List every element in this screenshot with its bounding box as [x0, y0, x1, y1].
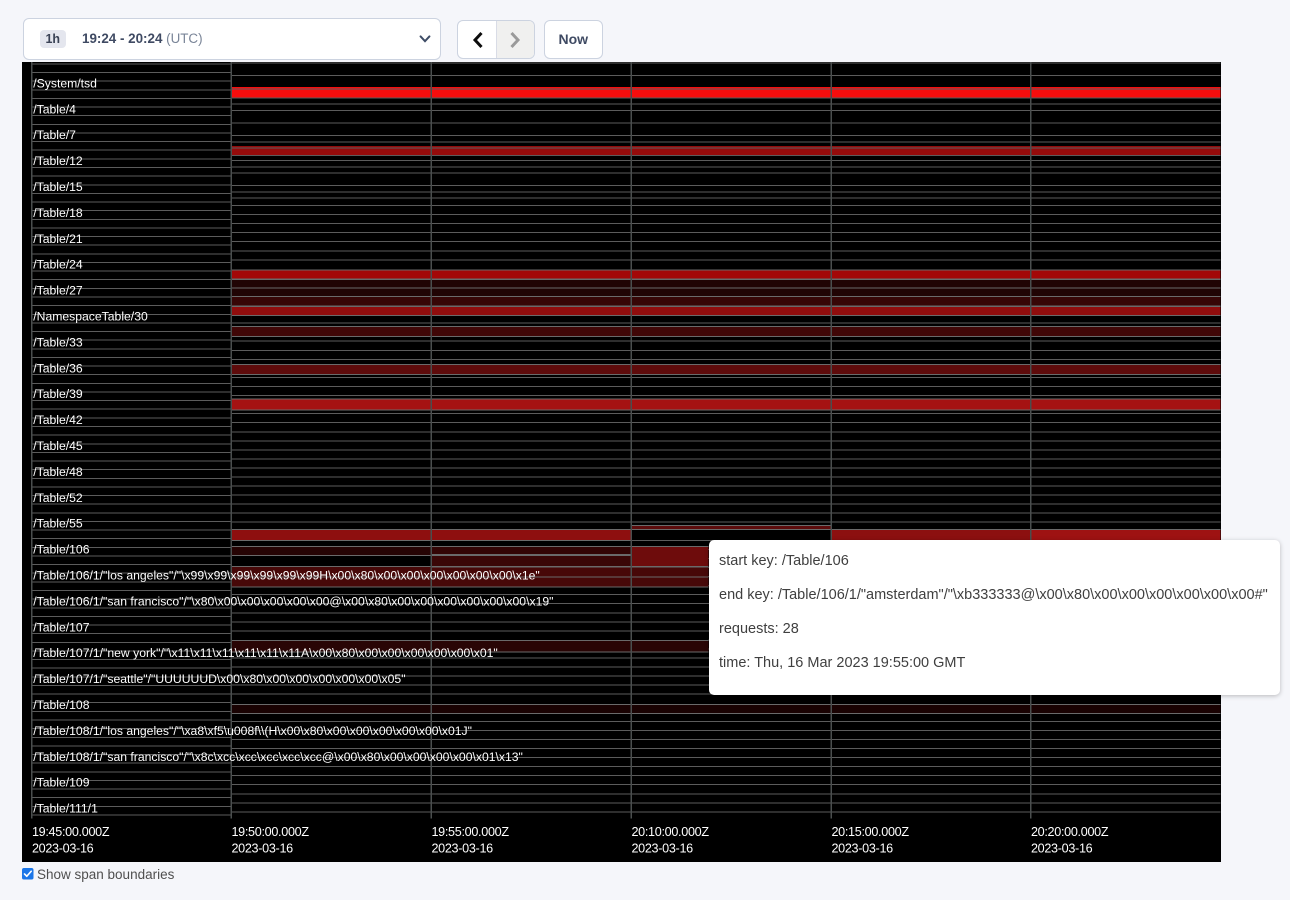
svg-text:19:50:00.000Z: 19:50:00.000Z — [231, 825, 309, 839]
svg-text:/Table/21: /Table/21 — [33, 231, 83, 245]
svg-text:/Table/36: /Table/36 — [33, 361, 83, 375]
svg-text:/Table/106/1/"san francisco"/": /Table/106/1/"san francisco"/"\x80\x00\x… — [33, 594, 553, 608]
svg-text:/Table/42: /Table/42 — [33, 413, 83, 427]
svg-text:/Table/107/1/"seattle"/"UUUUUU: /Table/107/1/"seattle"/"UUUUUUD\x00\x80\… — [33, 672, 405, 686]
svg-text:/Table/108: /Table/108 — [33, 698, 89, 712]
svg-text:2023-03-16: 2023-03-16 — [431, 841, 493, 855]
svg-text:2023-03-16: 2023-03-16 — [831, 841, 893, 855]
svg-text:/Table/111/1: /Table/111/1 — [33, 801, 98, 815]
svg-text:19:45:00.000Z: 19:45:00.000Z — [32, 825, 110, 839]
svg-text:/Table/108/1/"los angeles"/"\x: /Table/108/1/"los angeles"/"\xa8\xf5\u00… — [33, 723, 472, 737]
svg-text:2023-03-16: 2023-03-16 — [231, 841, 293, 855]
svg-text:2023-03-16: 2023-03-16 — [1031, 841, 1093, 855]
svg-text:/Table/18: /Table/18 — [33, 205, 83, 219]
svg-text:/Table/107: /Table/107 — [33, 620, 89, 634]
svg-text:/Table/52: /Table/52 — [33, 490, 83, 504]
svg-text:/Table/106: /Table/106 — [33, 542, 89, 556]
svg-text:/Table/106/1/"los angeles"/"\x: /Table/106/1/"los angeles"/"\x99\x99\x99… — [33, 568, 539, 582]
svg-text:2023-03-16: 2023-03-16 — [32, 841, 94, 855]
svg-text:/Table/108/1/"san francisco"/": /Table/108/1/"san francisco"/"\x8c\xcc\x… — [33, 749, 523, 763]
svg-text:/System/tsd: /System/tsd — [33, 76, 97, 90]
svg-text:2023-03-16: 2023-03-16 — [631, 841, 693, 855]
svg-text:/Table/15: /Table/15 — [33, 180, 83, 194]
svg-text:/Table/55: /Table/55 — [33, 516, 83, 530]
svg-text:/Table/4: /Table/4 — [33, 102, 76, 116]
svg-text:/NamespaceTable/30: /NamespaceTable/30 — [33, 309, 148, 323]
svg-text:/Table/33: /Table/33 — [33, 335, 83, 349]
svg-text:/Table/7: /Table/7 — [33, 128, 76, 142]
svg-text:/Table/45: /Table/45 — [33, 439, 83, 453]
svg-text:/Table/12: /Table/12 — [33, 154, 83, 168]
svg-text:/Table/48: /Table/48 — [33, 464, 83, 478]
svg-text:/Table/27: /Table/27 — [33, 283, 83, 297]
svg-text:/Table/109: /Table/109 — [33, 775, 89, 789]
svg-text:20:15:00.000Z: 20:15:00.000Z — [831, 825, 909, 839]
svg-text:/Table/24: /Table/24 — [33, 257, 83, 271]
svg-text:/Table/107/1/"new york"/"\x11\: /Table/107/1/"new york"/"\x11\x11\x11\x1… — [33, 646, 497, 660]
svg-text:20:20:00.000Z: 20:20:00.000Z — [1031, 825, 1109, 839]
svg-text:19:55:00.000Z: 19:55:00.000Z — [431, 825, 509, 839]
svg-text:/Table/39: /Table/39 — [33, 387, 83, 401]
svg-text:20:10:00.000Z: 20:10:00.000Z — [631, 825, 709, 839]
